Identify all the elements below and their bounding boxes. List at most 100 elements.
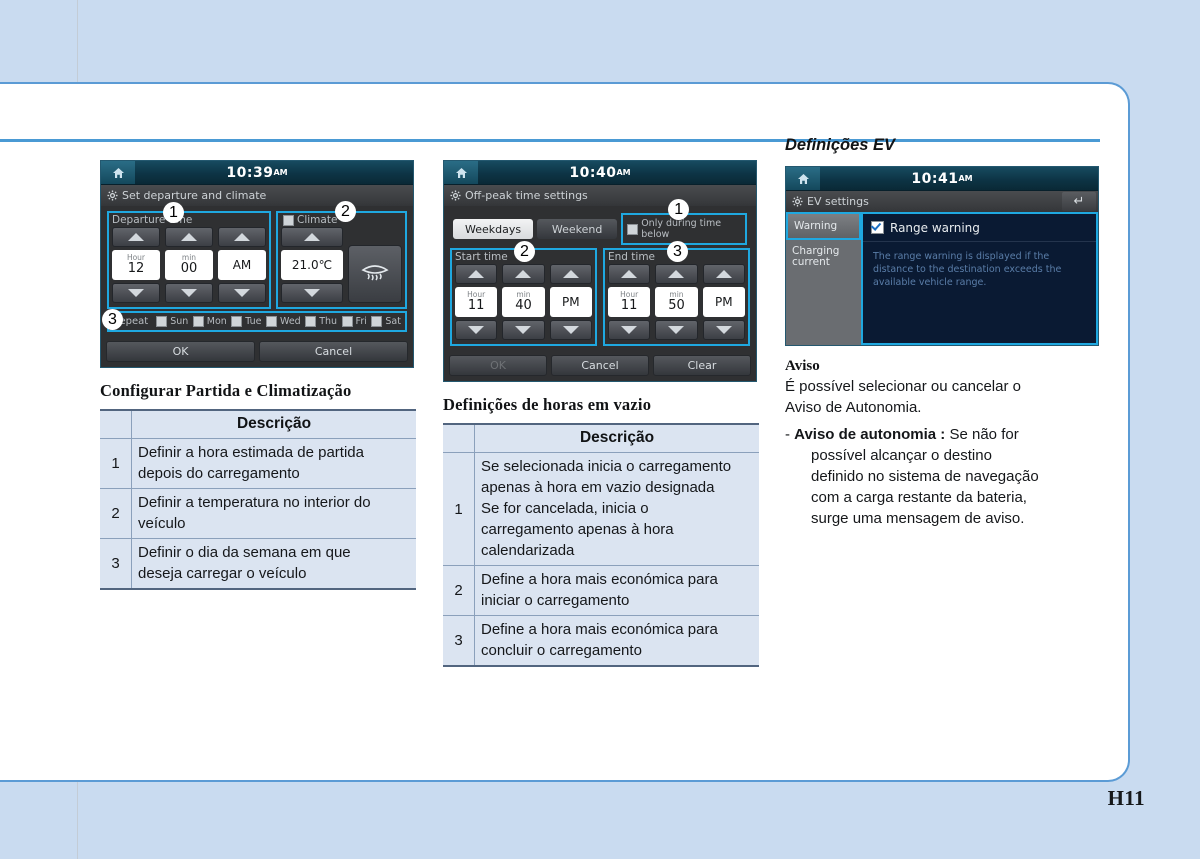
screen-body: EV settings ↵ Warning Charging current R… bbox=[786, 191, 1098, 345]
screenshot-off-peak-time-settings: 10:40AM Off-peak time settings Weekdays … bbox=[443, 160, 757, 382]
day-checkbox-fri[interactable]: Fri bbox=[341, 316, 367, 327]
hour-stepper[interactable]: Hour 12 bbox=[112, 227, 160, 303]
minute-value: 00 bbox=[180, 261, 198, 276]
hour-down-button[interactable] bbox=[112, 283, 160, 303]
status-bar: 10:41AM bbox=[786, 167, 1098, 191]
hour-up-button[interactable] bbox=[112, 227, 160, 247]
ampm-value-box[interactable]: AM bbox=[218, 250, 266, 280]
day-checkbox-tue[interactable]: Tue bbox=[231, 316, 262, 327]
callout-2: 2 bbox=[514, 241, 535, 262]
end-hour-up-button[interactable] bbox=[608, 264, 651, 284]
checkbox[interactable] bbox=[192, 316, 204, 327]
end-minute-value-box[interactable]: min 50 bbox=[655, 287, 698, 317]
hour-value-box[interactable]: Hour 12 bbox=[112, 250, 160, 280]
day-checkbox-mon[interactable]: Mon bbox=[192, 316, 227, 327]
end-time-group[interactable]: End time Hour 11 min 50 PM 3 bbox=[603, 241, 750, 346]
departure-time-group[interactable]: Departure time Hour 12 min 00 AM 1 bbox=[107, 202, 271, 309]
start-minute-value-box[interactable]: min 40 bbox=[502, 287, 545, 317]
screen-title-bar: Set departure and climate bbox=[101, 185, 413, 206]
start-ampm-stepper[interactable]: PM bbox=[549, 264, 592, 340]
triangle-down-icon bbox=[128, 289, 144, 297]
end-minute-stepper[interactable]: min 50 bbox=[655, 264, 698, 340]
start-hour-value-box[interactable]: Hour 11 bbox=[455, 287, 498, 317]
checkbox[interactable] bbox=[231, 316, 243, 327]
back-icon[interactable]: ↵ bbox=[1062, 192, 1096, 211]
ampm-stepper[interactable]: AM bbox=[218, 227, 266, 303]
end-minute-down-button[interactable] bbox=[655, 320, 698, 340]
start-hour-up-button[interactable] bbox=[455, 264, 498, 284]
checkbox[interactable] bbox=[371, 316, 383, 327]
screen-content: Departure time Hour 12 min 00 AM 1 Clima… bbox=[101, 201, 413, 337]
day-checkbox-thu[interactable]: Thu bbox=[305, 316, 337, 327]
temperature-value-box[interactable]: 21.0℃ bbox=[281, 250, 343, 280]
ev-tab-warning[interactable]: Warning bbox=[786, 212, 861, 240]
end-hour-stepper[interactable]: Hour 11 bbox=[608, 264, 651, 340]
day-checkbox-wed[interactable]: Wed bbox=[266, 316, 301, 327]
row-line: Se selecionada inicia o carregamento bbox=[481, 458, 732, 475]
start-time-group[interactable]: Start time Hour 11 min 40 PM 2 bbox=[450, 241, 597, 346]
checkbox[interactable] bbox=[305, 316, 317, 327]
only-during-time-below-checkbox-row[interactable]: Only during time below 1 bbox=[621, 199, 747, 245]
cancel-button[interactable]: Cancel bbox=[259, 341, 408, 362]
day-checkbox-sun[interactable]: Sun bbox=[156, 316, 188, 327]
ev-settings-body: Warning Charging current Range warning T… bbox=[786, 212, 1098, 345]
range-warning-checkbox-row[interactable]: Range warning bbox=[863, 214, 1096, 242]
end-ampm-stepper[interactable]: PM bbox=[702, 264, 745, 340]
minute-value-box[interactable]: min 00 bbox=[165, 250, 213, 280]
row-description: Define a hora mais económica para conclu… bbox=[474, 615, 759, 667]
checkbox[interactable] bbox=[156, 316, 168, 327]
gear-icon bbox=[107, 190, 118, 201]
end-minute-up-button[interactable] bbox=[655, 264, 698, 284]
start-hour-stepper[interactable]: Hour 11 bbox=[455, 264, 498, 340]
checkbox[interactable] bbox=[341, 316, 353, 327]
only-during-checkbox[interactable] bbox=[627, 223, 639, 235]
table-row: 3 Definir o dia da semana em que deseja … bbox=[100, 538, 416, 590]
ev-tab-charging-current[interactable]: Charging current bbox=[786, 240, 861, 274]
table-row: 1 Definir a hora estimada de partida dep… bbox=[100, 438, 416, 489]
row-line: Definir o dia da semana em que bbox=[138, 544, 351, 561]
triangle-up-icon bbox=[304, 233, 320, 241]
table-offpeak-description: Descrição 1 Se selecionada inicia o carr… bbox=[443, 423, 759, 667]
dialog-buttons: OK Cancel bbox=[101, 337, 413, 367]
tab-weekend[interactable]: Weekend bbox=[537, 219, 618, 239]
day-checkbox-sat[interactable]: Sat bbox=[371, 316, 401, 327]
repeat-days-group[interactable]: Repeat Sun Mon Tue Wed Thu Fri Sat 3 bbox=[102, 309, 407, 332]
minute-down-button[interactable] bbox=[165, 283, 213, 303]
triangle-up-icon bbox=[468, 270, 485, 278]
range-warning-checkbox[interactable] bbox=[871, 221, 884, 234]
ok-button[interactable]: OK bbox=[449, 355, 547, 376]
defrost-button[interactable] bbox=[348, 245, 402, 303]
tab-weekdays[interactable]: Weekdays bbox=[453, 219, 534, 239]
end-ampm-down-button[interactable] bbox=[702, 320, 745, 340]
temperature-up-button[interactable] bbox=[281, 227, 343, 247]
temperature-stepper[interactable]: 21.0℃ bbox=[281, 227, 343, 303]
end-hour-down-button[interactable] bbox=[608, 320, 651, 340]
row-number: 3 bbox=[100, 538, 132, 590]
row-number: 1 bbox=[443, 452, 475, 566]
start-hour-down-button[interactable] bbox=[455, 320, 498, 340]
ampm-down-button[interactable] bbox=[218, 283, 266, 303]
end-ampm-value: PM bbox=[715, 295, 733, 309]
checkbox[interactable] bbox=[266, 316, 277, 327]
triangle-down-icon bbox=[468, 326, 485, 334]
clear-button[interactable]: Clear bbox=[653, 355, 751, 376]
start-minute-down-button[interactable] bbox=[502, 320, 545, 340]
start-ampm-up-button[interactable] bbox=[549, 264, 592, 284]
temperature-down-button[interactable] bbox=[281, 283, 343, 303]
end-hour-value-box[interactable]: Hour 11 bbox=[608, 287, 651, 317]
end-ampm-up-button[interactable] bbox=[702, 264, 745, 284]
minute-up-button[interactable] bbox=[165, 227, 213, 247]
start-ampm-down-button[interactable] bbox=[549, 320, 592, 340]
cancel-button[interactable]: Cancel bbox=[551, 355, 649, 376]
climate-group[interactable]: Climate 21.0℃ 2 bbox=[276, 201, 407, 309]
minute-stepper[interactable]: min 00 bbox=[165, 227, 213, 303]
ampm-up-button[interactable] bbox=[218, 227, 266, 247]
start-ampm-value-box[interactable]: PM bbox=[549, 287, 592, 317]
ok-button[interactable]: OK bbox=[106, 341, 255, 362]
start-minute-stepper[interactable]: min 40 bbox=[502, 264, 545, 340]
end-ampm-value-box[interactable]: PM bbox=[702, 287, 745, 317]
climate-checkbox[interactable] bbox=[283, 214, 294, 226]
day-label: Sat bbox=[385, 316, 401, 327]
row-line: iniciar o carregamento bbox=[481, 592, 630, 609]
start-minute-up-button[interactable] bbox=[502, 264, 545, 284]
